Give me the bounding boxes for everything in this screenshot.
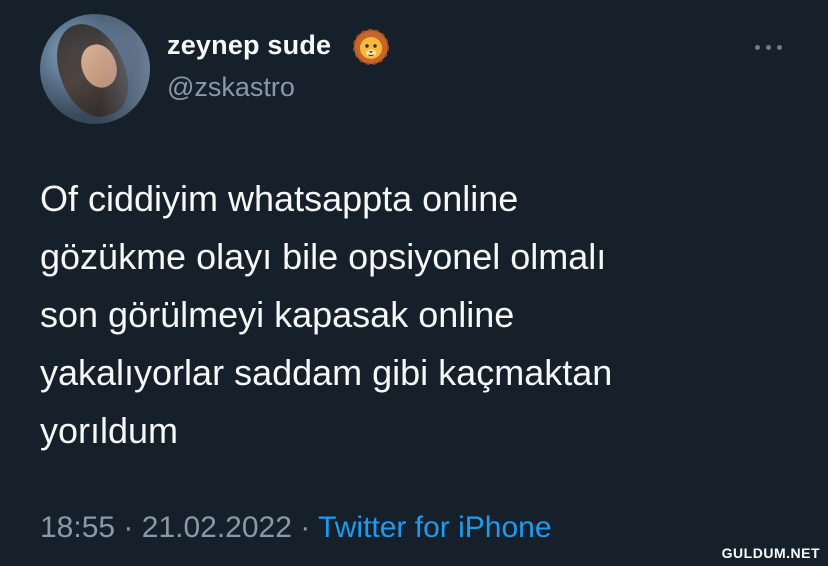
meta-separator: · (300, 511, 311, 544)
tweet-card: zeynep sude @zskastro Of ciddiyim whatsa… (0, 0, 828, 566)
display-name[interactable]: zeynep sude (167, 30, 331, 61)
meta-separator: · (123, 511, 134, 544)
more-options-icon[interactable] (752, 36, 786, 58)
watermark: GULDUM.NET (721, 545, 820, 561)
tweet-time[interactable]: 18:55 (40, 511, 115, 544)
lion-face-icon (353, 29, 389, 65)
tweet-date[interactable]: 21.02.2022 (142, 511, 292, 544)
tweet-source-link[interactable]: Twitter for iPhone (318, 511, 551, 544)
tweet-meta: 18:55 · 21.02.2022 · Twitter for iPhone (40, 511, 552, 545)
tweet-text: Of ciddiyim whatsappta online gözükme ol… (40, 178, 613, 451)
user-handle[interactable]: @zskastro (167, 72, 295, 103)
avatar[interactable] (40, 14, 150, 124)
